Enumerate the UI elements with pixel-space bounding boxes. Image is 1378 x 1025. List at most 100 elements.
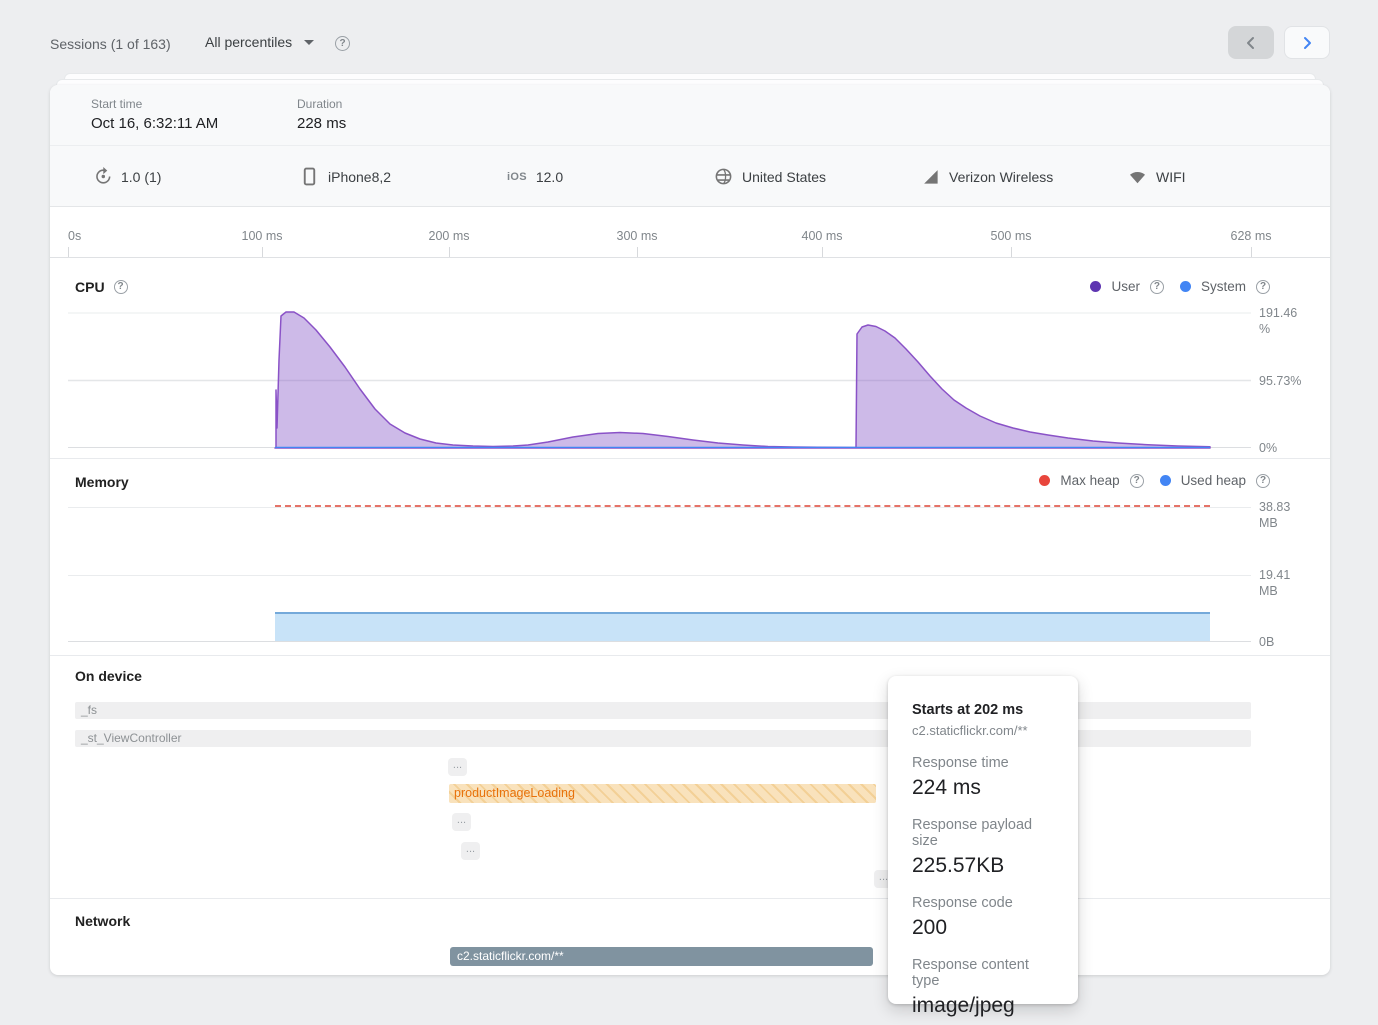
response-payload-label: Response payload size	[912, 817, 1058, 849]
chevron-left-icon	[1245, 36, 1257, 50]
wifi-icon	[1128, 167, 1147, 186]
trace-bar-product-image-loading[interactable]: productImageLoading	[449, 784, 876, 803]
response-code-label: Response code	[912, 895, 1058, 911]
ruler-tick	[1251, 247, 1252, 257]
cpu-usage-chart	[68, 300, 1251, 449]
help-icon[interactable]: ?	[1130, 474, 1144, 488]
collapsed-trace-chip[interactable]: ...	[461, 842, 480, 860]
response-time-value: 224 ms	[912, 776, 1058, 800]
ruler-tick-label: 400 ms	[802, 229, 843, 243]
memory-legend: Max heap ? Used heap ?	[1039, 473, 1270, 488]
session-header: Start time Oct 16, 6:32:11 AM Duration 2…	[50, 85, 1330, 146]
country-value: United States	[742, 169, 826, 185]
help-icon[interactable]: ?	[114, 280, 128, 294]
ruler-tick-label: 300 ms	[617, 229, 658, 243]
max-heap-legend-dot	[1039, 475, 1050, 486]
memory-axis-max-label: 38.83MB	[1259, 499, 1290, 531]
memory-gridline	[68, 575, 1251, 576]
used-heap-area	[275, 612, 1210, 641]
section-divider	[50, 458, 1330, 459]
response-content-type-value: image/jpeg	[912, 994, 1058, 1018]
response-code-value: 200	[912, 916, 1058, 940]
start-time-label: Start time	[91, 97, 218, 111]
session-detail-page: Sessions (1 of 163) All percentiles ? St…	[0, 0, 1378, 1025]
device-model-item: iPhone8,2	[300, 146, 391, 207]
session-detail-card: Start time Oct 16, 6:32:11 AM Duration 2…	[50, 85, 1330, 975]
cpu-axis-max-label: 191.46%	[1259, 305, 1297, 337]
device-model-value: iPhone8,2	[328, 169, 391, 185]
percentiles-dropdown[interactable]: All percentiles	[205, 34, 314, 50]
help-icon[interactable]: ?	[1150, 280, 1164, 294]
memory-axis-zero-label: 0B	[1259, 634, 1274, 650]
country-item: United States	[714, 146, 826, 207]
system-legend-dot	[1180, 281, 1191, 292]
help-icon[interactable]: ?	[335, 36, 350, 51]
cpu-axis-zero-label: 0%	[1259, 440, 1277, 456]
previous-session-button[interactable]	[1228, 26, 1274, 59]
response-time-label: Response time	[912, 755, 1058, 771]
collapsed-trace-chip[interactable]: ...	[448, 758, 467, 776]
collapsed-trace-chip[interactable]: ...	[452, 813, 471, 831]
memory-gridline	[68, 507, 1251, 508]
timeline-ruler: 0s 100 ms 200 ms 300 ms 400 ms 500 ms 62…	[50, 207, 1330, 258]
smartphone-icon	[300, 167, 319, 186]
tooltip-title: Starts at 202 ms	[912, 702, 1058, 718]
cpu-legend: User ? System ?	[1090, 279, 1270, 294]
ruler-tick	[1011, 247, 1012, 257]
help-icon[interactable]: ?	[1256, 280, 1270, 294]
chevron-down-icon	[304, 40, 314, 45]
ruler-tick	[449, 247, 450, 257]
ruler-tick	[262, 247, 263, 257]
carrier-value: Verizon Wireless	[949, 169, 1053, 185]
os-version-item: iOS 12.0	[507, 146, 563, 207]
response-content-type-label: Response content type	[912, 957, 1058, 989]
used-heap-legend-dot	[1160, 475, 1171, 486]
ruler-tick	[68, 247, 69, 257]
duration-label: Duration	[297, 97, 346, 111]
chevron-right-icon	[1301, 36, 1313, 50]
on-device-section-title: On device	[75, 668, 142, 684]
carrier-item: Verizon Wireless	[921, 146, 1053, 207]
ruler-tick-label: 200 ms	[429, 229, 470, 243]
max-heap-line	[275, 505, 1210, 507]
max-heap-legend-label: Max heap	[1060, 473, 1119, 488]
radio-item: WIFI	[1128, 146, 1186, 207]
app-version-icon	[93, 167, 112, 186]
app-version-item: 1.0 (1)	[93, 146, 161, 207]
tooltip-url: c2.staticflickr.com/**	[912, 723, 1058, 738]
device-attributes-row: 1.0 (1) iPhone8,2 iOS 12.0 United States	[50, 146, 1330, 207]
ruler-tick-label: 0s	[68, 229, 81, 243]
network-request-tooltip: Starts at 202 ms c2.staticflickr.com/** …	[888, 676, 1078, 1004]
duration-value: 228 ms	[297, 115, 346, 132]
response-payload-value: 225.57KB	[912, 854, 1058, 878]
ruler-tick	[637, 247, 638, 257]
duration-field: Duration 228 ms	[297, 97, 346, 132]
memory-axis-mid-label: 19.41MB	[1259, 567, 1290, 599]
memory-gridline	[68, 641, 1251, 642]
system-legend-label: System	[1201, 279, 1246, 294]
ruler-tick-label: 628 ms	[1231, 229, 1272, 243]
used-heap-legend-label: Used heap	[1181, 473, 1246, 488]
sessions-count-label: Sessions (1 of 163)	[50, 36, 171, 52]
user-legend-dot	[1090, 281, 1101, 292]
start-time-field: Start time Oct 16, 6:32:11 AM	[91, 97, 218, 132]
next-session-button[interactable]	[1284, 26, 1330, 59]
percentiles-dropdown-value: All percentiles	[205, 34, 292, 50]
memory-section-title: Memory	[75, 474, 129, 492]
cpu-axis-mid-label: 95.73%	[1259, 373, 1301, 389]
ios-icon: iOS	[507, 171, 527, 183]
section-divider	[50, 655, 1330, 656]
network-request-bar[interactable]: c2.staticflickr.com/**	[450, 947, 873, 966]
cell-signal-icon	[921, 167, 940, 186]
os-version-value: 12.0	[536, 169, 563, 185]
network-section-title: Network	[75, 913, 130, 929]
help-icon[interactable]: ?	[1256, 474, 1270, 488]
ruler-tick-label: 500 ms	[991, 229, 1032, 243]
radio-value: WIFI	[1156, 169, 1186, 185]
ruler-tick-label: 100 ms	[242, 229, 283, 243]
section-divider	[50, 898, 1330, 899]
globe-icon	[714, 167, 733, 186]
app-version-value: 1.0 (1)	[121, 169, 161, 185]
cpu-section-title: CPU ?	[75, 279, 128, 295]
user-legend-label: User	[1111, 279, 1140, 294]
